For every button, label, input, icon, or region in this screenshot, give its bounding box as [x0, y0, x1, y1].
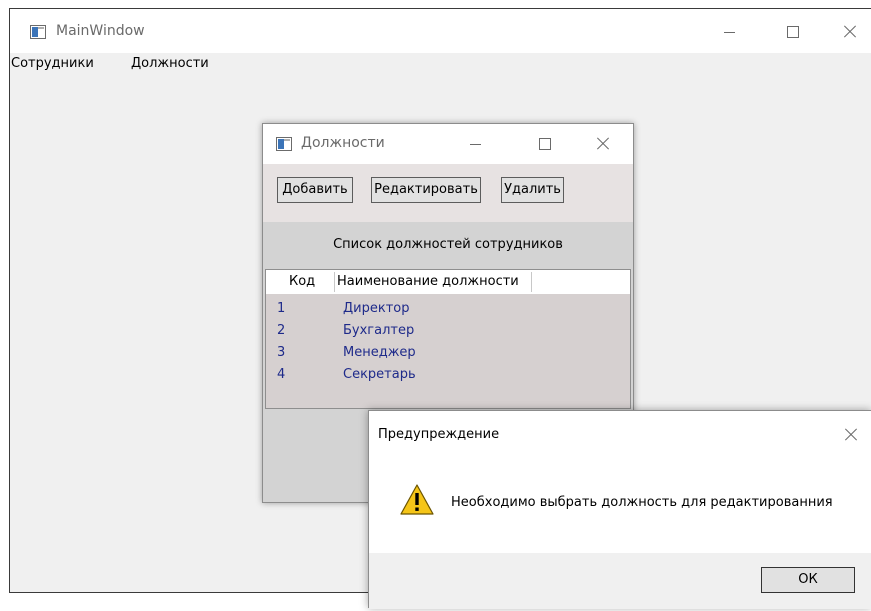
positions-toolbar: Добавить Редактировать Удалить — [263, 164, 633, 222]
cell-code: 3 — [277, 345, 286, 360]
warning-icon — [399, 483, 435, 517]
cell-name: Секретарь — [343, 367, 416, 382]
delete-button[interactable]: Удалить — [501, 177, 564, 203]
table-row[interactable]: 2 Бухгалтер — [266, 320, 630, 342]
cell-name: Бухгалтер — [343, 323, 415, 338]
main-window-title: MainWindow — [56, 23, 145, 39]
cell-code: 1 — [277, 301, 286, 316]
cell-name: Директор — [343, 301, 410, 316]
column-separator[interactable] — [334, 272, 335, 292]
positions-close-button[interactable] — [581, 129, 625, 159]
app-icon — [30, 25, 46, 39]
list-title: Список должностей сотрудников — [333, 237, 563, 252]
menu-bar: Сотрудники Должности — [10, 53, 871, 75]
dialog-title: Предупреждение — [378, 427, 500, 442]
warning-dialog: Предупреждение Необходимо выбрать должно… — [368, 410, 871, 609]
close-button[interactable] — [828, 17, 871, 47]
edit-button[interactable]: Редактировать — [371, 177, 481, 203]
column-separator[interactable] — [531, 272, 532, 292]
positions-minimize-button[interactable] — [453, 129, 497, 159]
menu-employees[interactable]: Сотрудники — [11, 56, 94, 71]
grid-header: Код Наименование должности — [266, 270, 630, 294]
cell-code: 2 — [277, 323, 286, 338]
dialog-close-button[interactable] — [829, 420, 871, 450]
window-icon — [276, 137, 292, 151]
minimize-button[interactable] — [707, 17, 751, 47]
cell-code: 4 — [277, 367, 286, 382]
positions-grid[interactable]: Код Наименование должности 1 Директор 2 … — [265, 269, 631, 409]
add-button[interactable]: Добавить — [277, 177, 353, 203]
maximize-button[interactable] — [770, 17, 814, 47]
dialog-message: Необходимо выбрать должность для редакти… — [451, 495, 833, 510]
positions-maximize-button[interactable] — [522, 129, 566, 159]
table-row[interactable]: 4 Секретарь — [266, 364, 630, 386]
column-header-name[interactable]: Наименование должности — [337, 270, 519, 294]
cell-name: Менеджер — [343, 345, 416, 360]
column-header-code[interactable]: Код — [289, 270, 315, 294]
table-row[interactable]: 1 Директор — [266, 298, 630, 320]
ok-button[interactable]: ОК — [761, 567, 855, 593]
positions-titlebar: Должности — [263, 124, 633, 164]
positions-window-title: Должности — [301, 135, 385, 151]
table-row[interactable]: 3 Менеджер — [266, 342, 630, 364]
main-titlebar: MainWindow — [10, 9, 871, 53]
menu-positions[interactable]: Должности — [131, 56, 209, 71]
dialog-footer: ОК — [369, 553, 871, 609]
